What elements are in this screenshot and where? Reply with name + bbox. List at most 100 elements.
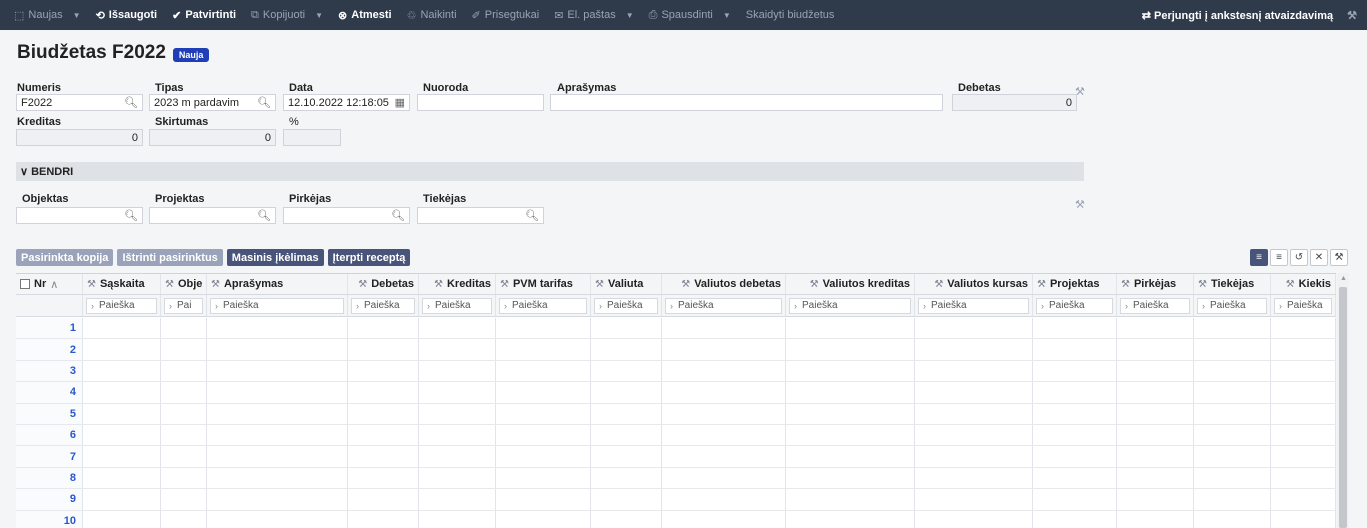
- column-header-debetas[interactable]: ⚒︎ Debetas: [348, 274, 419, 294]
- table-cell-tiekejas[interactable]: [1194, 382, 1271, 403]
- table-cell-aprasymas[interactable]: [207, 446, 348, 467]
- table-cell-kiekis[interactable]: [1271, 339, 1336, 360]
- table-cell-kiekis[interactable]: [1271, 318, 1336, 339]
- table-cell-kreditas[interactable]: [419, 360, 496, 382]
- search-icon[interactable]: 🔍︎: [257, 96, 271, 109]
- table-cell-tiekejas[interactable]: [1194, 489, 1271, 510]
- table-cell-valiuta[interactable]: [591, 510, 662, 528]
- table-cell-valiutos_debetas[interactable]: [662, 446, 786, 467]
- table-cell-kiekis[interactable]: [1271, 510, 1336, 528]
- table-cell-valiuta[interactable]: [591, 339, 662, 360]
- table-cell-debetas[interactable]: [348, 467, 419, 489]
- toolbar-spausdinti-button[interactable]: ⎙ Spausdinti ▼: [649, 9, 731, 22]
- table-row[interactable]: 4: [16, 382, 1336, 404]
- row-number[interactable]: 9: [16, 489, 83, 510]
- table-cell-saskaita[interactable]: [83, 360, 161, 382]
- delete-selected-button[interactable]: Ištrinti pasirinktus: [117, 249, 223, 266]
- table-row[interactable]: 3: [16, 360, 1336, 383]
- table-cell-valiutos_kreditas[interactable]: [786, 446, 915, 467]
- table-cell-tiekejas[interactable]: [1194, 318, 1271, 339]
- table-row[interactable]: 5: [16, 403, 1336, 425]
- table-cell-valiuta[interactable]: [591, 489, 662, 510]
- table-cell-pirkejas[interactable]: [1117, 510, 1194, 528]
- toolbar-el-paštas-button[interactable]: ✉ El. paštas ▼: [554, 9, 633, 22]
- table-cell-aprasymas[interactable]: [207, 510, 348, 528]
- table-cell-valiutos_debetas[interactable]: [662, 489, 786, 510]
- table-cell-valiutos_kreditas[interactable]: [786, 360, 915, 382]
- table-cell-kreditas[interactable]: [419, 382, 496, 403]
- objektas-field[interactable]: 🔍︎: [16, 207, 143, 224]
- table-cell-valiutos_debetas[interactable]: [662, 339, 786, 360]
- insert-recipe-button[interactable]: Įterpti receptą: [327, 249, 411, 266]
- table-cell-pirkejas[interactable]: [1117, 339, 1194, 360]
- nuoroda-field[interactable]: [417, 94, 544, 111]
- wrench-icon[interactable]: ⚒︎: [1330, 249, 1348, 266]
- column-header-tiekejas[interactable]: ⚒︎ Tiekėjas: [1194, 274, 1271, 294]
- search-icon[interactable]: 🔍︎: [257, 209, 271, 222]
- table-cell-kiekis[interactable]: [1271, 489, 1336, 510]
- table-cell-debetas[interactable]: [348, 403, 419, 424]
- wrench-icon[interactable]: ⚒︎: [358, 279, 367, 290]
- table-cell-valiutos_kursas[interactable]: [915, 318, 1033, 339]
- column-search-input[interactable]: › Paieška: [665, 297, 782, 314]
- table-cell-valiutos_kursas[interactable]: [915, 489, 1033, 510]
- column-header-pvm[interactable]: ⚒︎ PVM tarifas: [496, 274, 591, 294]
- table-cell-pirkejas[interactable]: [1117, 467, 1194, 489]
- caret-down-icon[interactable]: ▼: [626, 11, 634, 20]
- table-cell-valiutos_kursas[interactable]: [915, 339, 1033, 360]
- table-cell-objektas[interactable]: [161, 339, 207, 360]
- column-header-pirkejas[interactable]: ⚒︎ Pirkėjas: [1117, 274, 1194, 294]
- table-cell-valiutos_kursas[interactable]: [915, 382, 1033, 403]
- table-cell-debetas[interactable]: [348, 382, 419, 403]
- column-header-kiekis[interactable]: ⚒︎ Kiekis: [1271, 274, 1336, 294]
- search-icon[interactable]: 🔍︎: [124, 96, 138, 109]
- toolbar-patvirtinti-button[interactable]: ✔ Patvirtinti: [172, 9, 236, 22]
- table-cell-kreditas[interactable]: [419, 318, 496, 339]
- table-cell-projektas[interactable]: [1033, 382, 1117, 403]
- table-cell-pvm[interactable]: [496, 382, 591, 403]
- wrench-icon[interactable]: ⚒︎: [810, 279, 819, 290]
- table-row[interactable]: 10: [16, 510, 1336, 528]
- column-search-input[interactable]: › Paieška: [918, 297, 1029, 314]
- wrench-icon[interactable]: ⚒︎: [434, 279, 443, 290]
- table-cell-pvm[interactable]: [496, 489, 591, 510]
- wrench-icon[interactable]: ⚒︎: [211, 279, 220, 290]
- table-cell-valiutos_kreditas[interactable]: [786, 318, 915, 339]
- table-cell-tiekejas[interactable]: [1194, 510, 1271, 528]
- toolbar-atmesti-button[interactable]: ⊗ Atmesti: [338, 9, 392, 22]
- column-header-valiutos_kreditas[interactable]: ⚒︎ Valiutos kreditas: [786, 274, 915, 294]
- select-all-checkbox[interactable]: [20, 279, 30, 289]
- table-cell-kreditas[interactable]: [419, 467, 496, 489]
- wrench-icon[interactable]: ⚒︎: [1121, 279, 1130, 290]
- table-cell-valiutos_kursas[interactable]: [915, 510, 1033, 528]
- column-header-objektas[interactable]: ⚒︎ Obje: [161, 274, 207, 294]
- mass-import-button[interactable]: Masinis įkėlimas: [226, 249, 324, 266]
- tiekejas-field[interactable]: 🔍︎: [417, 207, 544, 224]
- caret-down-icon[interactable]: ▼: [315, 11, 323, 20]
- column-search-input[interactable]: › Paieška: [1120, 297, 1190, 314]
- wrench-icon[interactable]: ⚒︎: [934, 279, 943, 290]
- table-cell-saskaita[interactable]: [83, 382, 161, 403]
- column-header-nr[interactable]: Nr ∧: [16, 274, 83, 294]
- list-view-icon[interactable]: ≡: [1250, 249, 1268, 266]
- table-cell-debetas[interactable]: [348, 360, 419, 382]
- table-cell-objektas[interactable]: [161, 425, 207, 446]
- table-cell-saskaita[interactable]: [83, 339, 161, 360]
- table-cell-valiuta[interactable]: [591, 403, 662, 424]
- table-cell-pirkejas[interactable]: [1117, 382, 1194, 403]
- table-cell-tiekejas[interactable]: [1194, 360, 1271, 382]
- wrench-icon[interactable]: ⚒︎: [1286, 279, 1295, 290]
- row-number[interactable]: 2: [16, 339, 83, 360]
- table-cell-objektas[interactable]: [161, 382, 207, 403]
- table-cell-valiuta[interactable]: [591, 360, 662, 382]
- table-cell-aprasymas[interactable]: [207, 403, 348, 424]
- row-number[interactable]: 3: [16, 360, 83, 382]
- wrench-icon[interactable]: ⚒︎: [87, 279, 96, 290]
- table-cell-kreditas[interactable]: [419, 510, 496, 528]
- table-cell-tiekejas[interactable]: [1194, 403, 1271, 424]
- table-cell-valiutos_kreditas[interactable]: [786, 467, 915, 489]
- table-cell-valiutos_kreditas[interactable]: [786, 403, 915, 424]
- table-cell-valiutos_kreditas[interactable]: [786, 382, 915, 403]
- grid-scrollbar[interactable]: ▲: [1337, 273, 1349, 528]
- table-cell-valiutos_debetas[interactable]: [662, 360, 786, 382]
